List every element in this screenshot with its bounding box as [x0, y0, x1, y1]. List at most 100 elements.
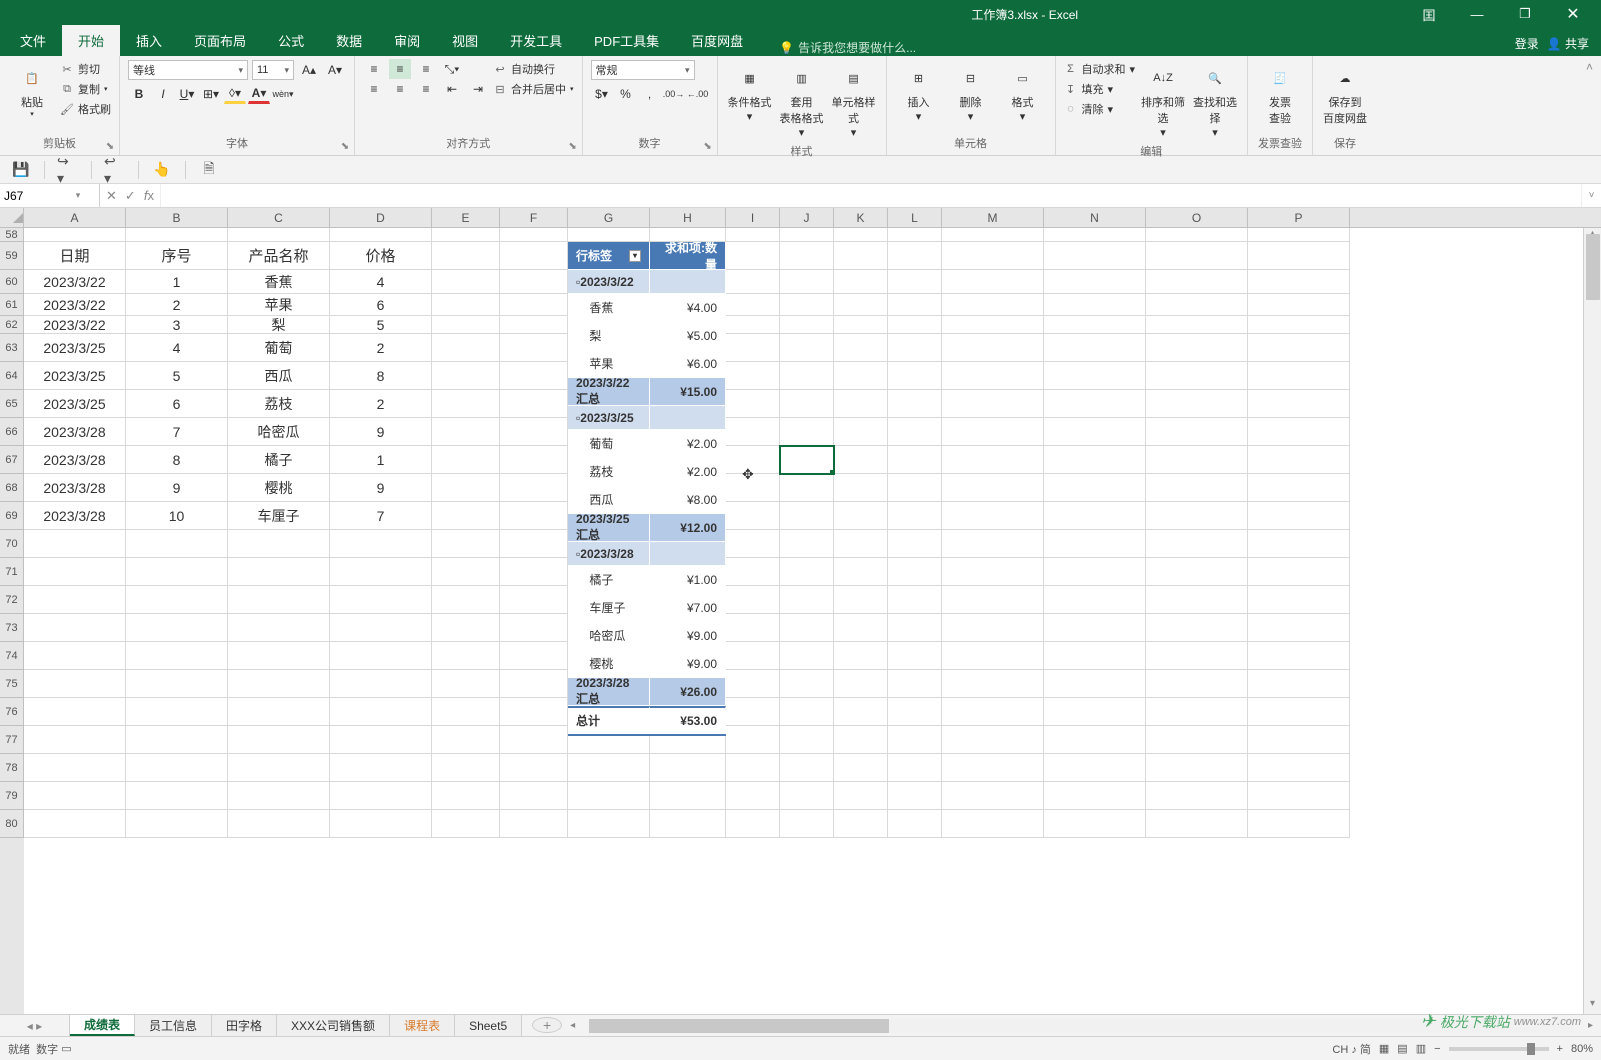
cell[interactable] [780, 782, 834, 810]
cell[interactable] [432, 502, 500, 530]
row-header-60[interactable]: 60 [0, 270, 24, 294]
cell[interactable] [1044, 390, 1146, 418]
cell[interactable] [330, 558, 432, 586]
cell[interactable] [942, 334, 1044, 362]
row-header-58[interactable]: 58 [0, 228, 24, 242]
cell[interactable]: 10 [126, 502, 228, 530]
cell[interactable] [942, 294, 1044, 316]
cell[interactable] [432, 726, 500, 754]
cell[interactable] [500, 316, 568, 334]
cell[interactable] [1146, 446, 1248, 474]
indent-increase-button[interactable]: ⇥ [467, 79, 489, 99]
cell[interactable] [888, 586, 942, 614]
cell[interactable] [888, 754, 942, 782]
cell[interactable]: 2023/3/22 [24, 316, 126, 334]
cell[interactable] [834, 530, 888, 558]
cell[interactable]: 8 [330, 362, 432, 390]
cell[interactable] [432, 270, 500, 294]
sheet-tab-1[interactable]: 员工信息 [135, 1015, 212, 1036]
cell[interactable] [1146, 754, 1248, 782]
cell[interactable] [888, 530, 942, 558]
cell[interactable]: 橘子 [228, 446, 330, 474]
align-left-button[interactable]: ≡ [363, 79, 385, 99]
cell[interactable] [726, 228, 780, 242]
cell[interactable] [834, 642, 888, 670]
cell[interactable] [1146, 228, 1248, 242]
cell[interactable] [1146, 270, 1248, 294]
col-header-H[interactable]: H [650, 208, 726, 227]
col-header-O[interactable]: O [1146, 208, 1248, 227]
row-header-72[interactable]: 72 [0, 586, 24, 614]
accounting-format-button[interactable]: $▾ [591, 84, 613, 104]
cell[interactable]: 序号 [126, 242, 228, 270]
cell[interactable] [24, 530, 126, 558]
cell[interactable] [942, 418, 1044, 446]
cell[interactable] [1044, 726, 1146, 754]
cell[interactable] [942, 810, 1044, 838]
cell[interactable] [780, 390, 834, 418]
font-dialog-launcher[interactable]: ⬊ [338, 139, 352, 153]
cell[interactable]: 香蕉 [228, 270, 330, 294]
cell[interactable]: 6 [126, 390, 228, 418]
cell[interactable] [24, 754, 126, 782]
cell[interactable] [942, 670, 1044, 698]
cell[interactable] [126, 810, 228, 838]
col-header-C[interactable]: C [228, 208, 330, 227]
cell[interactable] [1044, 502, 1146, 530]
align-bottom-button[interactable]: ≡ [415, 59, 437, 79]
col-header-J[interactable]: J [780, 208, 834, 227]
cell[interactable] [1044, 782, 1146, 810]
cell[interactable] [568, 228, 650, 242]
cell[interactable] [228, 642, 330, 670]
cell[interactable] [888, 502, 942, 530]
cell[interactable] [500, 228, 568, 242]
cell[interactable] [1044, 418, 1146, 446]
cell[interactable]: 1 [126, 270, 228, 294]
cell[interactable] [888, 558, 942, 586]
col-header-L[interactable]: L [888, 208, 942, 227]
cell[interactable] [1248, 242, 1350, 270]
row-header-65[interactable]: 65 [0, 390, 24, 418]
cell[interactable] [1248, 782, 1350, 810]
cell[interactable] [330, 782, 432, 810]
cell[interactable] [432, 390, 500, 418]
cell[interactable] [834, 586, 888, 614]
cell[interactable] [330, 810, 432, 838]
cell[interactable] [228, 614, 330, 642]
cell[interactable]: 2 [330, 390, 432, 418]
bold-button[interactable]: B [128, 84, 150, 104]
cell[interactable] [1248, 362, 1350, 390]
cell[interactable] [942, 782, 1044, 810]
cell[interactable] [228, 670, 330, 698]
row-header-62[interactable]: 62 [0, 316, 24, 334]
cell[interactable] [568, 754, 650, 782]
cell[interactable] [568, 810, 650, 838]
cell[interactable] [942, 270, 1044, 294]
cell[interactable]: 2023/3/25 [24, 362, 126, 390]
cell[interactable]: 4 [126, 334, 228, 362]
cell[interactable] [1044, 698, 1146, 726]
cell[interactable] [126, 782, 228, 810]
cell[interactable]: 2023/3/25 [24, 334, 126, 362]
cell[interactable] [1248, 698, 1350, 726]
cell[interactable] [942, 362, 1044, 390]
cell[interactable] [228, 782, 330, 810]
cell[interactable] [432, 334, 500, 362]
cell[interactable] [726, 390, 780, 418]
cell[interactable] [780, 418, 834, 446]
row-header-61[interactable]: 61 [0, 294, 24, 316]
cell[interactable] [726, 670, 780, 698]
invoice-check-button[interactable]: 🧾发票 查验 [1256, 60, 1304, 130]
close-button[interactable]: ✕ [1553, 0, 1593, 28]
cell[interactable] [1248, 502, 1350, 530]
fill-color-button[interactable]: ◊▾ [224, 84, 246, 104]
cell[interactable] [228, 586, 330, 614]
cell[interactable] [330, 670, 432, 698]
print-preview-button[interactable]: 🗎 [198, 159, 220, 181]
cell[interactable] [500, 726, 568, 754]
cell[interactable] [126, 726, 228, 754]
cell[interactable] [432, 614, 500, 642]
tab-developer[interactable]: 开发工具 [494, 25, 578, 56]
cell[interactable] [500, 782, 568, 810]
cell[interactable] [834, 446, 888, 474]
